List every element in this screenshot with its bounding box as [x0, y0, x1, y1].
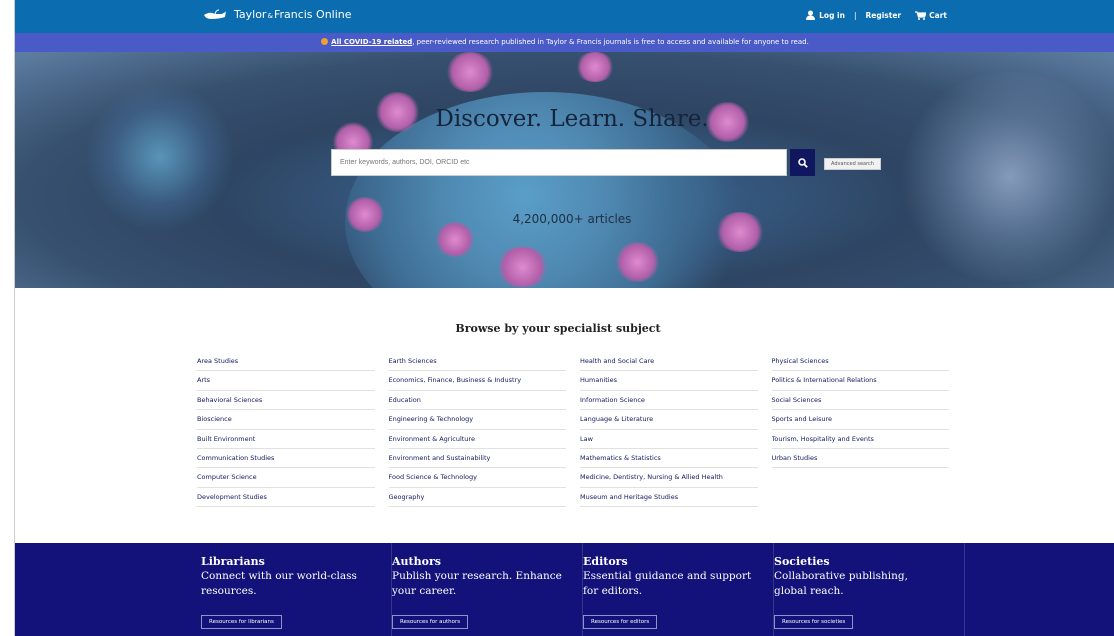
register-link[interactable]: Register — [866, 11, 902, 20]
nav-separator: | — [853, 10, 857, 20]
virus-spike — [495, 247, 550, 287]
cart-link[interactable]: Cart — [929, 11, 947, 20]
section-notch — [564, 531, 588, 543]
virus-spike — [615, 242, 660, 282]
panel-title: Societies — [774, 555, 830, 568]
subject-column: Health and Social Care Humanities Inform… — [580, 352, 772, 508]
top-bar: Taylor & Francis Online Log in | Registe… — [15, 0, 1114, 33]
login-link[interactable]: Log in — [819, 11, 845, 20]
subject-link[interactable]: Museum and Heritage Studies — [580, 488, 758, 508]
panel-title: Authors — [392, 555, 441, 568]
virus-spike — [575, 52, 615, 82]
covid-banner: All COVID-19 related, peer-reviewed rese… — [15, 33, 1114, 52]
lamp-logo-icon — [204, 9, 226, 19]
virus-spike — [435, 222, 475, 257]
librarians-panel: Librarians Connect with our world-class … — [201, 543, 392, 636]
panel-text: Connect with our world-class resources. — [201, 570, 357, 597]
panel-text: Collaborative publishing, global reach. — [774, 570, 908, 597]
cart-icon — [915, 10, 927, 20]
subject-link[interactable]: Environment and Sustainability — [388, 449, 566, 469]
librarians-resources-button[interactable]: Resources for librarians — [201, 615, 282, 629]
editors-panel: Editors Essential guidance and support f… — [583, 543, 774, 636]
subject-link[interactable]: Medicine, Dentistry, Nursing & Allied He… — [580, 468, 758, 488]
logo-rest: Francis Online — [273, 8, 352, 21]
hero-title: Discover. Learn. Share. — [435, 106, 709, 132]
subject-link[interactable]: Law — [580, 430, 758, 449]
societies-resources-button[interactable]: Resources for societies — [774, 615, 854, 629]
subject-link[interactable]: Food Science & Technology — [388, 468, 566, 488]
subject-link[interactable]: Information Science — [580, 391, 758, 411]
logo-amp: & — [267, 11, 273, 20]
panel-text: Publish your research. Enhance your care… — [392, 570, 562, 597]
browse-title: Browse by your specialist subject — [455, 322, 661, 335]
subject-column: Earth Sciences Economics, Finance, Busin… — [388, 352, 581, 508]
editors-resources-button[interactable]: Resources for editors — [583, 615, 658, 629]
panel-title: Editors — [583, 555, 628, 568]
advanced-search-button[interactable]: Advanced search — [824, 158, 881, 170]
subject-link[interactable]: Environment & Agriculture — [388, 430, 566, 449]
covid-link[interactable]: All COVID-19 related — [331, 38, 412, 46]
subject-column: Physical Sciences Politics & Internation… — [771, 352, 964, 507]
subject-link[interactable]: Engineering & Technology — [388, 410, 566, 430]
subject-link[interactable]: Politics & International Relations — [771, 371, 949, 391]
subject-link[interactable]: Social Sciences — [771, 391, 949, 411]
subject-link[interactable]: Education — [388, 391, 566, 411]
subject-link[interactable]: Physical Sciences — [771, 352, 949, 372]
subject-link[interactable]: Urban Studies — [771, 449, 949, 469]
hero-bokeh-left — [85, 82, 235, 232]
subject-link[interactable]: Arts — [197, 371, 375, 391]
panel-title: Librarians — [201, 555, 265, 568]
subject-link[interactable]: Economics, Finance, Business & Industry — [388, 371, 566, 391]
search-input[interactable]: Enter keywords, authors, DOI, ORCID etc — [331, 149, 787, 176]
subject-link[interactable]: Earth Sciences — [388, 352, 566, 372]
subject-link[interactable]: Area Studies — [197, 352, 375, 372]
subject-link[interactable]: Computer Science — [197, 468, 375, 488]
user-icon — [806, 10, 816, 20]
account-nav: Log in | Register Cart — [806, 10, 947, 20]
subject-link[interactable]: Development Studies — [197, 488, 375, 508]
hero-bokeh-right — [895, 72, 1114, 282]
societies-panel: Societies Collaborative publishing, glob… — [774, 543, 965, 636]
subject-link[interactable]: Built Environment — [197, 430, 375, 449]
authors-resources-button[interactable]: Resources for authors — [392, 615, 469, 629]
subject-grid: Area Studies Arts Behavioral Sciences Bi… — [197, 352, 964, 508]
panel-divider — [964, 543, 965, 636]
subject-link[interactable]: Humanities — [580, 371, 758, 391]
panel-text: Essential guidance and support for edito… — [583, 570, 752, 597]
hero-section: Discover. Learn. Share. Enter keywords, … — [15, 52, 1114, 288]
site-logo[interactable]: Taylor & Francis Online — [203, 8, 352, 21]
page: Taylor & Francis Online Log in | Registe… — [14, 0, 1114, 636]
virus-spike — [445, 52, 495, 92]
article-count: 4,200,000+ articles — [512, 212, 632, 226]
banner-text: , peer-reviewed research published in Ta… — [412, 38, 809, 46]
subject-link[interactable]: Communication Studies — [197, 449, 375, 469]
info-icon — [321, 38, 329, 45]
subject-link[interactable]: Bioscience — [197, 410, 375, 430]
logo-name: Taylor — [234, 8, 267, 21]
authors-panel: Authors Publish your research. Enhance y… — [392, 543, 583, 636]
subject-column: Area Studies Arts Behavioral Sciences Bi… — [197, 352, 389, 508]
subject-link[interactable]: Behavioral Sciences — [197, 391, 375, 411]
subject-link[interactable]: Language & Literature — [580, 410, 758, 430]
subject-link[interactable]: Health and Social Care — [580, 352, 758, 372]
subject-link[interactable]: Sports and Leisure — [771, 410, 949, 430]
subject-link[interactable]: Mathematics & Statistics — [580, 449, 758, 469]
subject-link[interactable]: Geography — [388, 488, 566, 508]
search-button[interactable] — [790, 149, 815, 176]
subject-link[interactable]: Tourism, Hospitality and Events — [771, 430, 949, 449]
search-icon — [797, 157, 808, 168]
